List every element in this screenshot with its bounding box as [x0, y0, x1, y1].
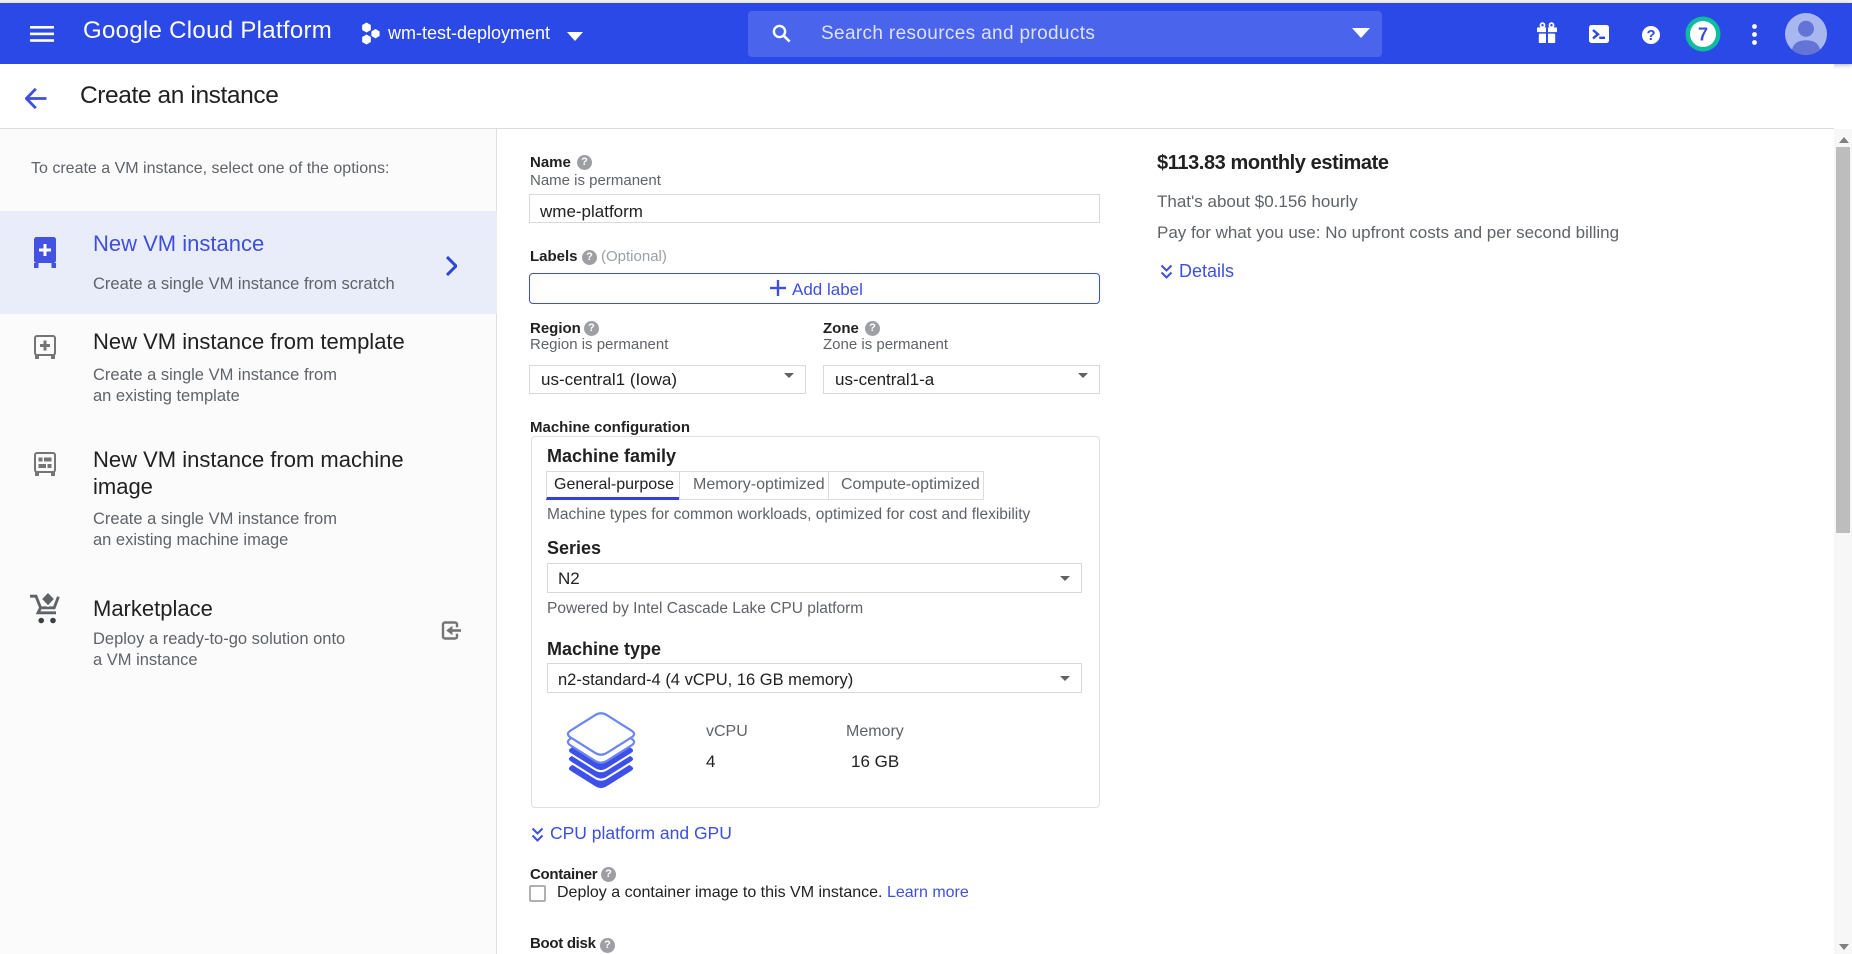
svg-text:?: ?: [1647, 28, 1656, 44]
svg-text:7: 7: [1698, 25, 1708, 45]
